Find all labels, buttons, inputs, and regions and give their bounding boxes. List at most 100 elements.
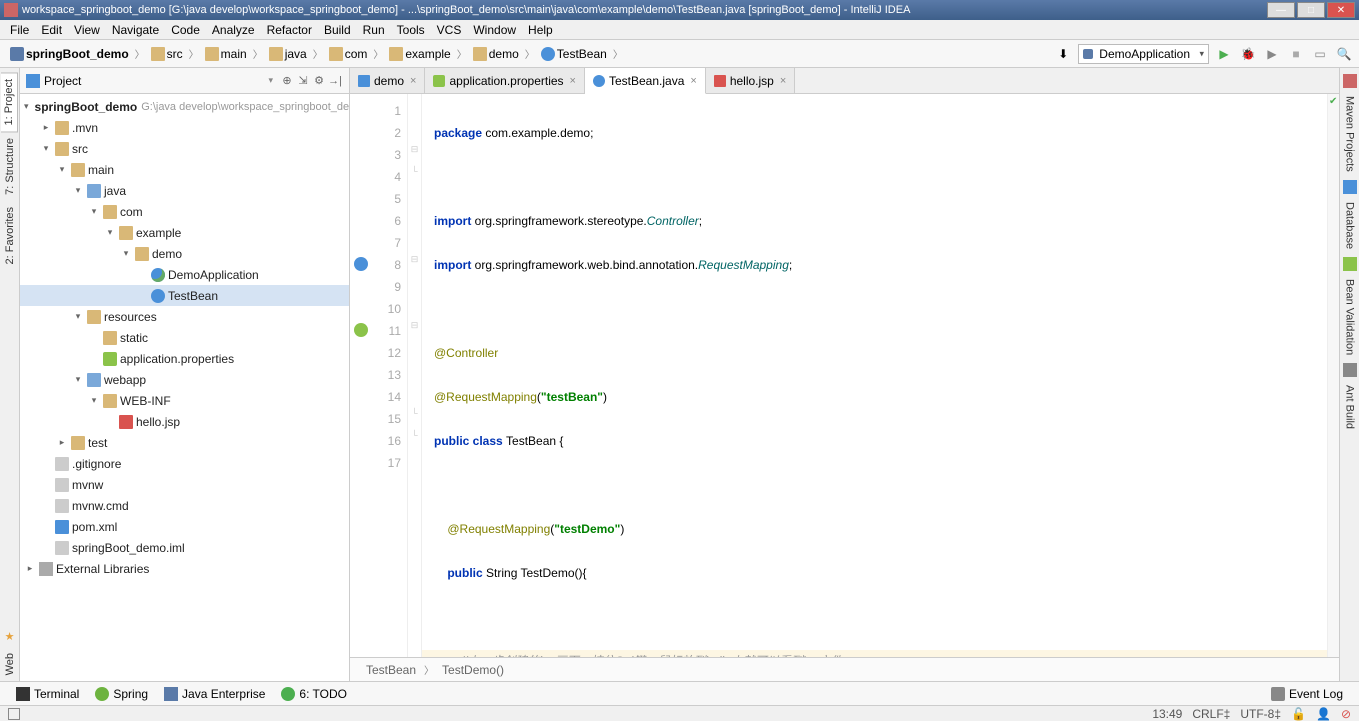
tab-hellojsp[interactable]: hello.jsp× [706, 68, 795, 93]
menu-edit[interactable]: Edit [35, 21, 68, 39]
menu-navigate[interactable]: Navigate [106, 21, 165, 39]
project-tree[interactable]: ▾springBoot_demoG:\java develop\workspac… [20, 94, 349, 681]
search-icon[interactable]: 🔍 [1335, 45, 1353, 63]
menu-file[interactable]: File [4, 21, 35, 39]
project-panel-title[interactable]: Project [44, 74, 268, 88]
tree-extlib[interactable]: ▸External Libraries [20, 558, 349, 579]
tree-demo[interactable]: ▾demo [20, 243, 349, 264]
tab-web[interactable]: Web [2, 647, 18, 681]
tab-spring[interactable]: Spring [87, 685, 156, 703]
tree-java[interactable]: ▾java [20, 180, 349, 201]
collapse-icon[interactable]: ⇲ [295, 73, 311, 89]
tree-static[interactable]: static [20, 327, 349, 348]
tree-appprops[interactable]: application.properties [20, 348, 349, 369]
status-line-ending[interactable]: CRLF‡ [1192, 707, 1230, 721]
crumb-src[interactable]: src [147, 45, 187, 63]
tree-resources[interactable]: ▾resources [20, 306, 349, 327]
tab-maven[interactable]: Maven Projects [1342, 90, 1358, 178]
stop-button[interactable]: ■ [1287, 45, 1305, 63]
tree-webapp[interactable]: ▾webapp [20, 369, 349, 390]
editor-area: demo× application.properties× TestBean.j… [350, 68, 1339, 681]
tree-root[interactable]: ▾springBoot_demoG:\java develop\workspac… [20, 96, 349, 117]
close-icon[interactable]: × [780, 75, 786, 87]
tree-pom[interactable]: pom.xml [20, 516, 349, 537]
tab-todo[interactable]: 6: TODO [273, 685, 355, 703]
navigation-bar: springBoot_demo〉 src〉 main〉 java〉 com〉 e… [0, 40, 1359, 68]
tab-javaee[interactable]: Java Enterprise [156, 685, 273, 703]
locate-icon[interactable]: ⊕ [279, 73, 295, 89]
maximize-button[interactable]: □ [1297, 2, 1325, 18]
bean-icon [1343, 257, 1357, 271]
close-icon[interactable]: × [410, 75, 416, 87]
debug-button[interactable]: 🐞 [1239, 45, 1257, 63]
tree-src[interactable]: ▾src [20, 138, 349, 159]
tree-testbean[interactable]: TestBean [20, 285, 349, 306]
gutter[interactable]: 1234567 8 910 11 121314151617 [350, 94, 408, 657]
toolwindows-toggle[interactable] [8, 708, 20, 720]
tree-gitignore[interactable]: .gitignore [20, 453, 349, 474]
crumb-demo[interactable]: demo [469, 45, 523, 63]
tree-iml[interactable]: springBoot_demo.iml [20, 537, 349, 558]
coverage-button[interactable]: ▶ [1263, 45, 1281, 63]
breadcrumb-bar[interactable]: TestBean〉TestDemo() [350, 657, 1339, 681]
tab-bean[interactable]: Bean Validation [1342, 273, 1358, 361]
close-icon[interactable]: × [570, 75, 576, 87]
tree-webinf[interactable]: ▾WEB-INF [20, 390, 349, 411]
intention-bulb-icon[interactable]: 💡 [394, 653, 408, 657]
menu-refactor[interactable]: Refactor [261, 21, 318, 39]
class-gutter-icon[interactable] [354, 257, 368, 271]
tab-structure[interactable]: 7: Structure [2, 132, 18, 201]
minimize-button[interactable]: — [1267, 2, 1295, 18]
tab-database[interactable]: Database [1342, 196, 1358, 255]
crumb-example[interactable]: example [385, 45, 454, 63]
fold-column[interactable]: ⊟└ ⊟⊟└└ [408, 94, 422, 657]
tree-main[interactable]: ▾main [20, 159, 349, 180]
close-button[interactable]: ✕ [1327, 2, 1355, 18]
error-stripe[interactable]: ✔ [1327, 94, 1339, 657]
menu-tools[interactable]: Tools [391, 21, 431, 39]
inspect-icon[interactable]: 👤 [1316, 707, 1331, 721]
error-indicator-icon[interactable]: ⊘ [1341, 707, 1351, 721]
menu-vcs[interactable]: VCS [431, 21, 468, 39]
tree-mvn[interactable]: ▸.mvn [20, 117, 349, 138]
tab-testbean[interactable]: TestBean.java× [585, 68, 706, 94]
tab-project[interactable]: 1: Project [1, 72, 18, 132]
menu-analyze[interactable]: Analyze [206, 21, 261, 39]
menu-build[interactable]: Build [318, 21, 357, 39]
tab-demo[interactable]: demo× [350, 68, 425, 93]
tab-ant[interactable]: Ant Build [1342, 379, 1358, 435]
menu-code[interactable]: Code [165, 21, 206, 39]
menu-view[interactable]: View [68, 21, 106, 39]
status-time: 13:49 [1152, 707, 1182, 721]
menu-window[interactable]: Window [467, 21, 522, 39]
code-editor[interactable]: package com.example.demo; import org.spr… [422, 94, 1327, 657]
status-encoding[interactable]: UTF-8‡ [1240, 707, 1281, 721]
menu-run[interactable]: Run [357, 21, 391, 39]
tree-test[interactable]: ▸test [20, 432, 349, 453]
crumb-main[interactable]: main [201, 45, 251, 63]
build-icon[interactable]: ⬇ [1054, 45, 1072, 63]
gear-icon[interactable]: ⚙ [311, 73, 327, 89]
tree-hellojsp[interactable]: hello.jsp [20, 411, 349, 432]
run-config-combo[interactable]: DemoApplication [1078, 44, 1209, 64]
crumb-com[interactable]: com [325, 45, 372, 63]
tree-mvnw[interactable]: mvnw [20, 474, 349, 495]
hide-icon[interactable]: →| [327, 73, 343, 89]
crumb-testbean[interactable]: TestBean [537, 45, 611, 63]
tab-favorites[interactable]: 2: Favorites [2, 201, 18, 270]
crumb-java[interactable]: java [265, 45, 311, 63]
lock-icon[interactable]: 🔓 [1291, 707, 1306, 721]
close-icon[interactable]: × [690, 75, 696, 87]
tab-terminal[interactable]: Terminal [8, 685, 87, 703]
tree-mvnwcmd[interactable]: mvnw.cmd [20, 495, 349, 516]
run-button[interactable]: ▶ [1215, 45, 1233, 63]
tab-appprops[interactable]: application.properties× [425, 68, 585, 93]
method-gutter-icon[interactable] [354, 323, 368, 337]
structure-button[interactable]: ▭ [1311, 45, 1329, 63]
tree-demoapp[interactable]: DemoApplication [20, 264, 349, 285]
crumb-root[interactable]: springBoot_demo [6, 45, 133, 63]
menu-help[interactable]: Help [522, 21, 559, 39]
tree-example[interactable]: ▾example [20, 222, 349, 243]
tree-com[interactable]: ▾com [20, 201, 349, 222]
event-log[interactable]: Event Log [1263, 685, 1351, 703]
